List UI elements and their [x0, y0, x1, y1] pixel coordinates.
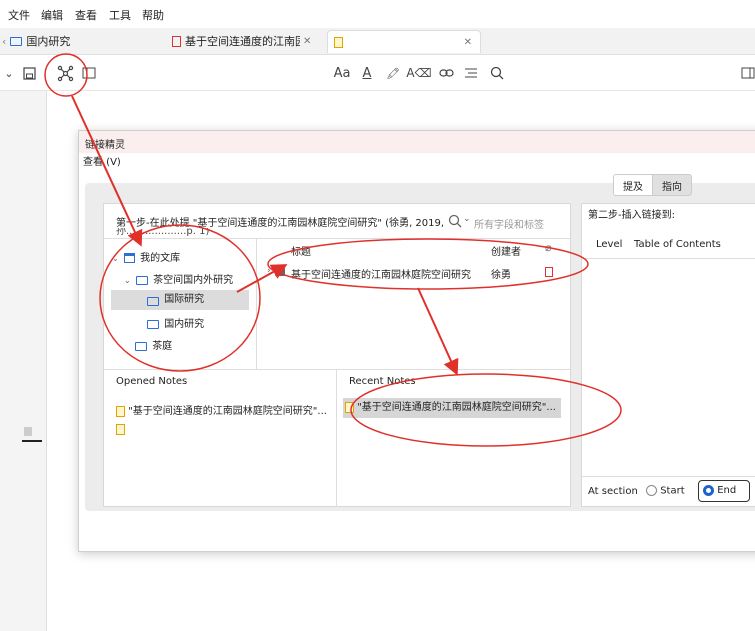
- annotation-arrow-2: [236, 264, 288, 293]
- annotation-arrow-3: [417, 287, 459, 376]
- annotation-arrow-1: [71, 95, 143, 247]
- annotation-circle-toolbar: [44, 53, 88, 97]
- annotation-overlay: [44, 53, 622, 447]
- annotation-circle-row: [267, 238, 589, 290]
- annotation-circle-tree: [99, 224, 261, 372]
- annotation-circle-recent: [350, 373, 622, 447]
